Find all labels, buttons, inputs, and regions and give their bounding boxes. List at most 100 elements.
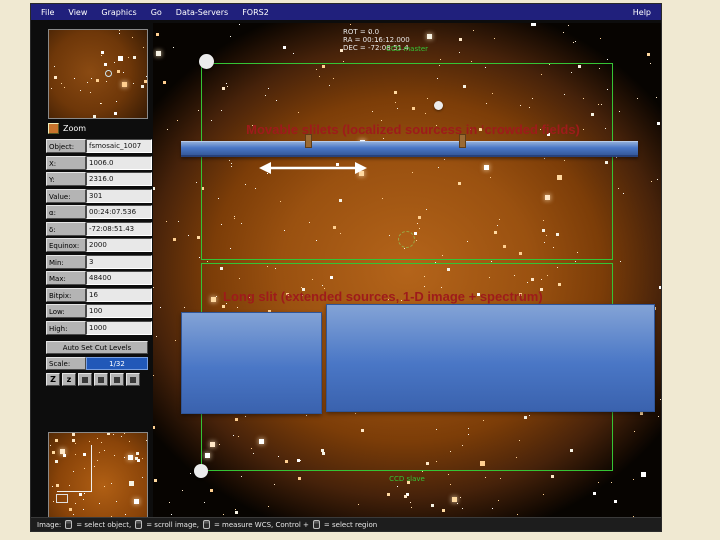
ccd-master-label: CCD master xyxy=(385,45,429,53)
slitlet-notch xyxy=(459,134,466,148)
scale-row: Scale: 1/32 xyxy=(46,357,148,370)
pan-marker-icon xyxy=(105,70,112,77)
field-label: Value: xyxy=(46,188,86,203)
field-label: Object: xyxy=(46,139,86,153)
crosshair-horizontal xyxy=(57,491,92,492)
field-label: Low: xyxy=(46,304,86,318)
object-field[interactable]: fsmosaic_1007 xyxy=(86,139,152,153)
magnifier-window[interactable] xyxy=(48,432,148,522)
mouse-button-icon xyxy=(312,520,320,529)
status-text: = select object, xyxy=(76,520,132,529)
field-row-high: High: 1000 xyxy=(46,320,152,335)
bullet-circle-bottom xyxy=(194,464,208,478)
field-label: Equinox: xyxy=(46,238,86,252)
pan-starfield xyxy=(49,30,147,118)
status-bar: Image: = select object, = scroll image, … xyxy=(31,517,661,531)
long-slit-caption: Long slit (extended sources, 1-D image +… xyxy=(223,289,543,304)
x-field[interactable]: 1006.0 xyxy=(86,155,152,170)
rtd-application-window: File View Graphics Go Data-Servers FORS2… xyxy=(30,3,662,532)
menu-file[interactable]: File xyxy=(41,8,54,17)
tool-icon xyxy=(130,376,136,383)
image-canvas[interactable]: ROT = 0.0 RA = 00:16:12.000 DEC = -72:08… xyxy=(153,23,661,517)
long-slit-box-right xyxy=(326,304,655,412)
info-fields: Object: fsmosaic_1007 X: 1006.0 Y: 2316.… xyxy=(46,139,152,337)
menu-go[interactable]: Go xyxy=(151,8,162,17)
field-label: Y: xyxy=(46,172,86,186)
field-row-alpha: α: 00:24:07.536 xyxy=(46,205,152,219)
status-text: Image: xyxy=(37,520,62,529)
field-row-equinox: Equinox: 2000 xyxy=(46,238,152,252)
mouse-button-icon xyxy=(135,520,143,529)
value-field[interactable]: 301 xyxy=(86,188,152,203)
status-text: = select region xyxy=(323,520,378,529)
field-row-value: Value: 301 xyxy=(46,188,152,203)
alpha-field[interactable]: 00:24:07.536 xyxy=(86,205,152,219)
field-row-low: Low: 100 xyxy=(46,304,152,318)
field-label: X: xyxy=(46,155,86,170)
field-label: α: xyxy=(46,205,86,219)
menu-view[interactable]: View xyxy=(68,8,87,17)
high-cut-field[interactable]: 1000 xyxy=(86,320,152,335)
max-field[interactable]: 48400 xyxy=(86,271,152,285)
tool-button-1[interactable] xyxy=(78,373,92,386)
field-label: Max: xyxy=(46,271,86,285)
movable-slitlet-bar xyxy=(181,141,638,157)
field-row-delta: δ: -72:08:51.43 xyxy=(46,221,152,236)
tool-icon xyxy=(114,376,120,383)
movable-slitlets-caption: Movable slilets (localized sourcess in ‘… xyxy=(246,122,580,137)
presentation-slide: File View Graphics Go Data-Servers FORS2… xyxy=(0,0,720,540)
bullet-circle-small xyxy=(434,101,443,110)
status-text: = scroll image, xyxy=(146,520,199,529)
field-row-y: Y: 2316.0 xyxy=(46,172,152,186)
rot-readout: ROT = 0.0 xyxy=(343,28,380,36)
zoom-out-button[interactable]: z xyxy=(62,373,76,386)
menu-bar: File View Graphics Go Data-Servers FORS2… xyxy=(31,4,661,20)
zoom-label: Zoom xyxy=(63,124,87,133)
low-cut-field[interactable]: 100 xyxy=(86,304,152,318)
long-slit-box-left xyxy=(181,312,322,414)
scale-dropdown[interactable]: 1/32 xyxy=(86,357,148,370)
tool-button-3[interactable] xyxy=(110,373,124,386)
y-field[interactable]: 2316.0 xyxy=(86,172,152,186)
tool-button-4[interactable] xyxy=(126,373,140,386)
menu-graphics[interactable]: Graphics xyxy=(101,8,136,17)
zoom-button-row: Z z xyxy=(46,373,140,386)
field-row-max: Max: 48400 xyxy=(46,271,152,285)
menu-fors2[interactable]: FORS2 xyxy=(242,8,269,17)
field-row-x: X: 1006.0 xyxy=(46,155,152,170)
field-label: High: xyxy=(46,320,86,335)
zoom-in-button[interactable]: Z xyxy=(46,373,60,386)
field-label: Bitpix: xyxy=(46,287,86,302)
equinox-field[interactable]: 2000 xyxy=(86,238,152,252)
zoom-row: Zoom xyxy=(48,123,86,134)
pan-window[interactable] xyxy=(48,29,148,119)
source-marker-circle xyxy=(398,231,415,248)
field-row-object: Object: fsmosaic_1007 xyxy=(46,139,152,153)
crosshair-box xyxy=(56,494,68,503)
auto-set-cut-levels-button[interactable]: Auto Set Cut Levels xyxy=(46,341,148,354)
tool-button-2[interactable] xyxy=(94,373,108,386)
min-field[interactable]: 3 xyxy=(86,254,152,269)
mouse-button-icon xyxy=(202,520,210,529)
menu-data-servers[interactable]: Data-Servers xyxy=(176,8,228,17)
scale-label: Scale: xyxy=(46,357,86,370)
bullet-circle-top xyxy=(199,54,214,69)
control-panel: Zoom Object: fsmosaic_1007 X: 1006.0 Y: … xyxy=(46,23,152,522)
menu-help[interactable]: Help xyxy=(633,8,651,17)
slitlet-notch xyxy=(305,134,312,148)
tool-icon xyxy=(98,376,104,383)
tool-icon xyxy=(82,376,88,383)
ccd-slave-label: CCD slave xyxy=(389,475,425,483)
bitpix-field[interactable]: 16 xyxy=(86,287,152,302)
ra-readout: RA = 00:16:12.000 xyxy=(343,36,410,44)
crosshair-vertical xyxy=(91,445,92,491)
magnifier-starfield xyxy=(49,433,147,521)
status-text: = measure WCS, Control + xyxy=(213,520,309,529)
field-label: δ: xyxy=(46,221,86,236)
field-label: Min: xyxy=(46,254,86,269)
field-row-min: Min: 3 xyxy=(46,254,152,269)
mouse-button-icon xyxy=(65,520,73,529)
zoom-checkbox[interactable] xyxy=(48,123,59,134)
delta-field[interactable]: -72:08:51.43 xyxy=(86,221,152,236)
field-row-bitpix: Bitpix: 16 xyxy=(46,287,152,302)
